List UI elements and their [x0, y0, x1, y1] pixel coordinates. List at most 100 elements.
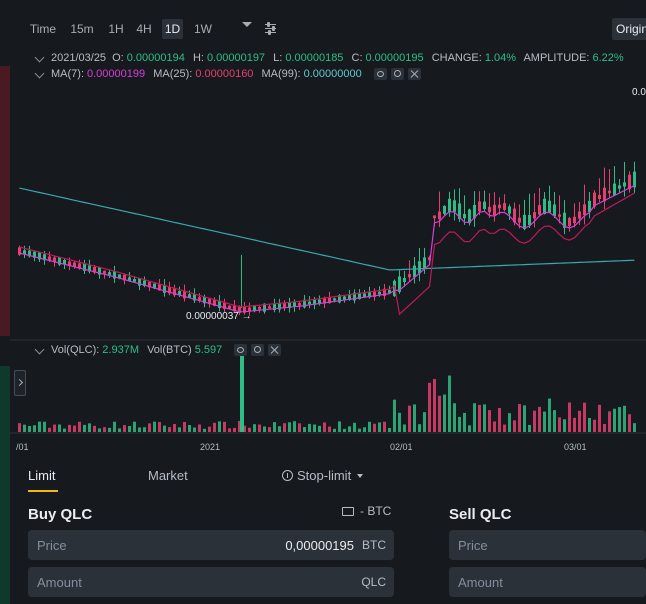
- tab-market[interactable]: Market: [148, 468, 188, 483]
- volume-bar: [568, 402, 571, 432]
- volume-bar: [38, 421, 41, 432]
- ma99-value: 0.00000000: [303, 68, 362, 80]
- volume-bar: [343, 428, 346, 432]
- interval-15m[interactable]: 15m: [68, 19, 96, 39]
- candle-body: [228, 305, 231, 309]
- volume-bar: [143, 427, 146, 432]
- ohlc-date: 2021/03/25: [51, 52, 107, 64]
- volume-bar: [573, 417, 576, 432]
- volume-bar: [268, 427, 271, 432]
- price-chart[interactable]: 2021/03/25 O: 0.00000194 H: 0.00000197 L: 0…: [10, 46, 646, 460]
- collapse-chevron-icon[interactable]: [34, 52, 45, 63]
- volume-bar: [278, 426, 281, 432]
- expand-panel-chevron-icon[interactable]: [14, 370, 26, 396]
- volume-bar: [218, 421, 221, 432]
- candle-body: [308, 301, 311, 305]
- volume-bar: [258, 424, 261, 432]
- volume-bar: [108, 427, 111, 432]
- candle-body: [488, 206, 491, 213]
- candle-body: [443, 205, 446, 214]
- volume-bar: [528, 424, 531, 432]
- amplitude-value: 6.22%: [592, 52, 624, 64]
- candle-body: [543, 198, 546, 215]
- buy-price-field[interactable]: Price 0,00000195 BTC: [28, 530, 394, 560]
- remove-indicator-close-icon[interactable]: [268, 344, 282, 357]
- asks-depth-bar: [0, 66, 10, 336]
- x-axis-tick: 02/01: [390, 442, 413, 452]
- interval-1h[interactable]: 1H: [104, 19, 128, 39]
- volume-bar: [338, 421, 341, 432]
- volume-bar: [323, 422, 326, 432]
- buy-amount-field[interactable]: Amount QLC: [28, 567, 394, 597]
- collapse-chevron-icon[interactable]: [34, 68, 45, 79]
- volume-bar: [478, 404, 481, 432]
- candle-body: [583, 204, 586, 216]
- volume-bar: [78, 421, 81, 432]
- volume-bar: [548, 398, 551, 432]
- tab-stop-limit[interactable]: Stop-limit: [282, 468, 364, 483]
- volume-bar: [453, 403, 456, 432]
- candle-body: [403, 277, 406, 282]
- sell-price-field[interactable]: Price: [449, 530, 646, 560]
- candle-body: [613, 183, 616, 196]
- volume-bar: [193, 427, 196, 432]
- volume-bar: [503, 424, 506, 432]
- candlestick-chart-svg: [10, 161, 646, 434]
- interval-1w[interactable]: 1W: [190, 19, 216, 39]
- candle-body: [518, 217, 521, 223]
- volume-bar: [493, 421, 496, 432]
- candle-body: [603, 187, 606, 202]
- sell-title: Sell QLC: [449, 506, 512, 523]
- candle-body: [573, 216, 576, 224]
- candle-body: [498, 204, 501, 209]
- volume-bar: [123, 425, 126, 432]
- volume-bar: [240, 354, 244, 432]
- collapse-chevron-icon[interactable]: [34, 344, 45, 355]
- original-view-button[interactable]: Original: [612, 18, 646, 40]
- candle-body: [378, 291, 381, 295]
- volume-bar: [613, 408, 616, 432]
- chart-settings-sliders-icon[interactable]: [263, 21, 279, 35]
- volume-bar: [183, 422, 186, 432]
- chart-toolbar: Time 15m 1H 4H 1D 1W Original: [18, 0, 646, 52]
- volume-bar: [113, 421, 116, 432]
- candle-body: [108, 272, 111, 275]
- volume-bar: [303, 427, 306, 432]
- volume-bar: [213, 422, 216, 432]
- candle-body: [553, 204, 556, 216]
- volume-bar: [498, 407, 501, 432]
- sell-amount-field[interactable]: Amount: [449, 567, 646, 597]
- candle-body: [408, 274, 411, 278]
- indicator-settings-gear-icon[interactable]: [390, 68, 404, 81]
- volume-bar: [588, 417, 591, 432]
- low-value: 0.00000185: [285, 52, 344, 64]
- candle-body: [548, 200, 551, 213]
- volume-bar: [443, 394, 446, 432]
- candle-body: [258, 306, 261, 310]
- tab-limit[interactable]: Limit: [28, 468, 55, 483]
- volume-bar: [578, 410, 581, 432]
- volume-bar: [358, 428, 361, 432]
- toggle-visibility-eye-icon[interactable]: [234, 344, 248, 357]
- indicator-settings-gear-icon[interactable]: [251, 344, 265, 357]
- volume-bar: [158, 421, 161, 432]
- volume-bar: [228, 428, 231, 432]
- interval-4h[interactable]: 4H: [132, 19, 156, 39]
- toggle-visibility-eye-icon[interactable]: [373, 68, 387, 81]
- volume-bar: [353, 422, 356, 432]
- more-intervals-chevron-down-icon[interactable]: [242, 22, 252, 27]
- remove-indicator-close-icon[interactable]: [407, 68, 421, 81]
- candle-body: [493, 204, 496, 216]
- volume-bar: [208, 426, 211, 432]
- candle-body: [538, 205, 541, 215]
- volume-bar: [128, 426, 131, 432]
- candle-body: [528, 214, 531, 226]
- volume-bar: [178, 427, 181, 432]
- x-axis-tick: 2021: [200, 442, 221, 452]
- volume-bar: [603, 423, 606, 432]
- interval-time[interactable]: Time: [28, 19, 58, 39]
- volume-bar: [418, 424, 421, 432]
- volume-bar: [58, 424, 61, 432]
- price-axis-top-label: 0.0: [632, 87, 646, 98]
- interval-1d[interactable]: 1D: [162, 19, 183, 39]
